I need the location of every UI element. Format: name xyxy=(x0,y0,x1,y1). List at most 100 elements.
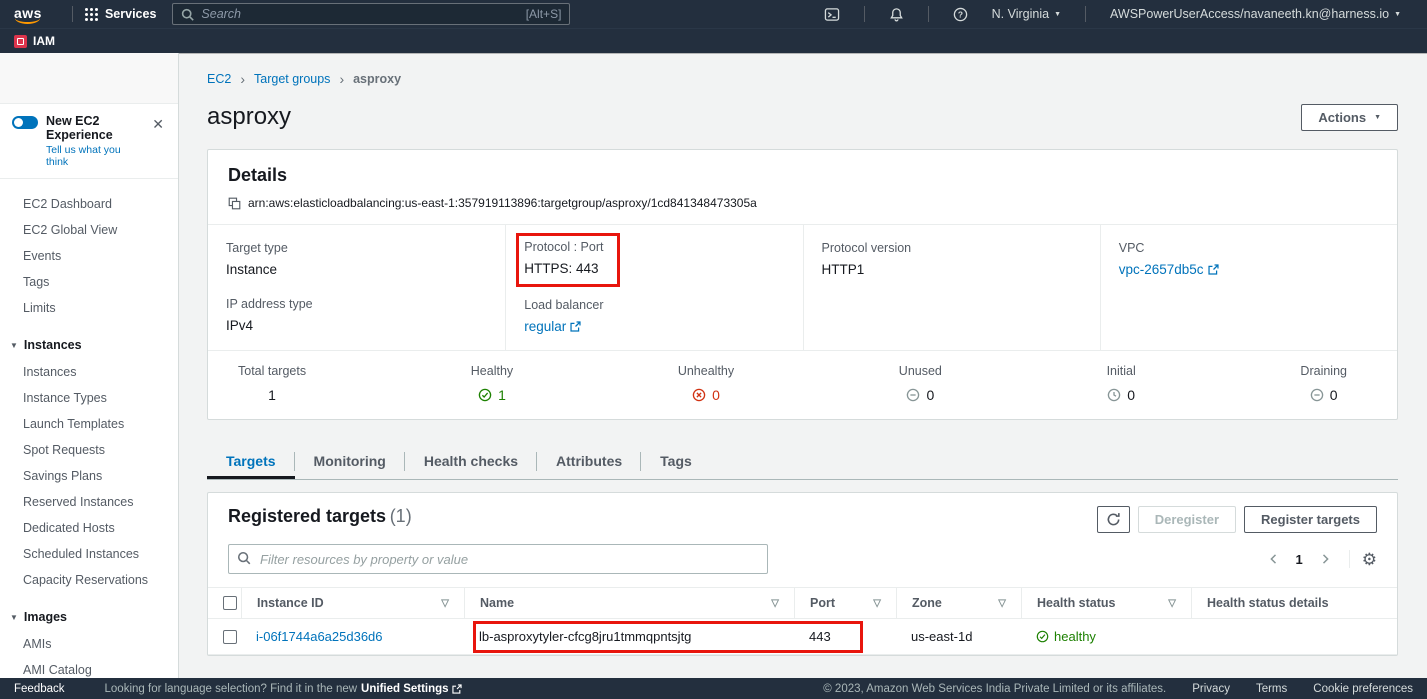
notifications-bell-icon[interactable] xyxy=(877,7,916,22)
sidebar-item-savings-plans[interactable]: Savings Plans xyxy=(0,463,178,489)
sidebar-item-tags[interactable]: Tags xyxy=(0,269,178,295)
next-page-icon[interactable] xyxy=(1313,551,1337,567)
new-experience-toggle[interactable] xyxy=(12,116,38,129)
tab-health-checks[interactable]: Health checks xyxy=(405,444,537,479)
pagination: 1 ⚙ xyxy=(1262,550,1377,568)
search-input[interactable] xyxy=(201,7,525,21)
tab-monitoring[interactable]: Monitoring xyxy=(295,444,405,479)
breadcrumb-separator: › xyxy=(339,71,344,87)
cookie-preferences-link[interactable]: Cookie preferences xyxy=(1313,683,1413,695)
terms-link[interactable]: Terms xyxy=(1256,683,1287,695)
sidebar-item-instance-types[interactable]: Instance Types xyxy=(0,385,178,411)
registered-targets-card: Registered targets (1) Deregister Regist… xyxy=(207,492,1398,656)
region-selector[interactable]: N. Virginia ▼ xyxy=(980,7,1073,21)
sidebar-item-instances[interactable]: Instances xyxy=(0,359,178,385)
column-filter-icon[interactable]: ▽ xyxy=(873,598,881,609)
sidebar-item-ec2-dashboard[interactable]: EC2 Dashboard xyxy=(0,191,178,217)
previous-page-icon[interactable] xyxy=(1262,551,1286,567)
sidebar-nav: EC2 Dashboard EC2 Global View Events Tag… xyxy=(0,179,178,678)
column-zone: Zone xyxy=(912,596,942,610)
unified-settings-link[interactable]: Unified Settings xyxy=(361,683,462,695)
total-targets-value: 1 xyxy=(268,387,276,403)
unused-value: 0 xyxy=(926,387,934,403)
settings-gear-icon[interactable]: ⚙ xyxy=(1362,551,1377,568)
sidebar-item-amis[interactable]: AMIs xyxy=(0,631,178,657)
favorite-iam[interactable]: IAM xyxy=(14,34,55,48)
privacy-link[interactable]: Privacy xyxy=(1192,683,1230,695)
chevron-down-icon: ▼ xyxy=(1054,11,1061,18)
refresh-button[interactable] xyxy=(1097,506,1130,533)
breadcrumb-target-groups[interactable]: Target groups xyxy=(254,72,330,86)
instance-id-link[interactable]: i-06f1744a6a25d36d6 xyxy=(256,629,383,644)
new-experience-feedback-link[interactable]: Tell us what you think xyxy=(46,144,142,168)
divider xyxy=(928,6,929,22)
select-all-checkbox[interactable] xyxy=(223,596,237,610)
sidebar-item-ami-catalog[interactable]: AMI Catalog xyxy=(0,657,178,678)
services-menu[interactable]: Services xyxy=(85,7,156,21)
initial-label: Initial xyxy=(1107,364,1136,378)
copy-icon[interactable] xyxy=(228,197,241,210)
page-number[interactable]: 1 xyxy=(1290,552,1309,567)
sidebar-item-scheduled-instances[interactable]: Scheduled Instances xyxy=(0,541,178,567)
filter-box xyxy=(228,544,768,574)
search-icon xyxy=(181,8,194,21)
copyright: © 2023, Amazon Web Services India Privat… xyxy=(823,683,1166,695)
ip-address-type-label: IP address type xyxy=(226,297,487,311)
close-icon[interactable]: ✕ xyxy=(150,114,166,135)
row-checkbox[interactable] xyxy=(223,630,237,644)
targets-table-header: Instance ID ▽ Name ▽ Port ▽ Zone ▽ xyxy=(208,587,1397,619)
tab-attributes[interactable]: Attributes xyxy=(537,444,641,479)
actions-label: Actions xyxy=(1318,110,1366,125)
aws-console: aws Services [Alt+S] ? N. Virginia xyxy=(0,0,1427,699)
sidebar-item-spot-requests[interactable]: Spot Requests xyxy=(0,437,178,463)
sidebar-item-reserved-instances[interactable]: Reserved Instances xyxy=(0,489,178,515)
column-filter-icon[interactable]: ▽ xyxy=(998,598,1006,609)
column-filter-icon[interactable]: ▽ xyxy=(771,598,779,609)
help-icon[interactable]: ? xyxy=(941,7,980,22)
register-targets-button[interactable]: Register targets xyxy=(1244,506,1377,533)
new-experience-title: New EC2 Experience xyxy=(46,114,142,142)
column-instance-id: Instance ID xyxy=(257,596,324,610)
divider xyxy=(864,6,865,22)
aws-logo[interactable]: aws xyxy=(14,5,42,24)
minus-circle-icon xyxy=(1310,388,1324,402)
details-heading: Details xyxy=(228,165,287,185)
sidebar-item-launch-templates[interactable]: Launch Templates xyxy=(0,411,178,437)
check-circle-icon xyxy=(478,388,492,402)
chevron-down-icon: ▼ xyxy=(1394,11,1401,18)
actions-button[interactable]: Actions ▼ xyxy=(1301,104,1398,131)
column-filter-icon[interactable]: ▽ xyxy=(441,598,449,609)
feedback-link[interactable]: Feedback xyxy=(14,683,65,695)
sidebar-item-capacity-reservations[interactable]: Capacity Reservations xyxy=(0,567,178,593)
sidebar-section-instances[interactable]: ▼ Instances xyxy=(0,331,178,359)
sidebar-item-ec2-global-view[interactable]: EC2 Global View xyxy=(0,217,178,243)
account-menu[interactable]: AWSPowerUserAccess/navaneeth.kn@harness.… xyxy=(1098,7,1413,21)
details-card: Details arn:aws:elasticloadbalancing:us-… xyxy=(207,149,1398,420)
filter-input[interactable] xyxy=(228,544,768,574)
sidebar-section-images[interactable]: ▼ Images xyxy=(0,603,178,631)
column-health-status: Health status xyxy=(1037,596,1116,610)
healthy-label: Healthy xyxy=(471,364,513,378)
global-search[interactable]: [Alt+S] xyxy=(172,3,570,25)
tab-targets[interactable]: Targets xyxy=(207,444,295,479)
external-link-icon xyxy=(1208,264,1219,275)
section-title: Instances xyxy=(24,338,82,352)
sidebar-item-limits[interactable]: Limits xyxy=(0,295,178,321)
sidebar-item-events[interactable]: Events xyxy=(0,243,178,269)
sidebar-item-dedicated-hosts[interactable]: Dedicated Hosts xyxy=(0,515,178,541)
section-title: Images xyxy=(24,610,67,624)
iam-service-icon xyxy=(14,35,27,48)
account-label: AWSPowerUserAccess/navaneeth.kn@harness.… xyxy=(1110,7,1389,21)
column-filter-icon[interactable]: ▽ xyxy=(1168,598,1176,609)
breadcrumb-separator: › xyxy=(240,71,245,87)
divider xyxy=(72,6,73,22)
external-link-icon xyxy=(570,321,581,332)
breadcrumb-ec2[interactable]: EC2 xyxy=(207,72,231,86)
vpc-link[interactable]: vpc-2657db5c xyxy=(1119,262,1219,277)
tab-tags[interactable]: Tags xyxy=(641,444,711,479)
column-port: Port xyxy=(810,596,835,610)
column-health-status-details: Health status details xyxy=(1207,596,1329,610)
deregister-button[interactable]: Deregister xyxy=(1138,506,1236,533)
load-balancer-link[interactable]: regular xyxy=(524,319,581,334)
cloudshell-icon[interactable] xyxy=(812,7,852,22)
